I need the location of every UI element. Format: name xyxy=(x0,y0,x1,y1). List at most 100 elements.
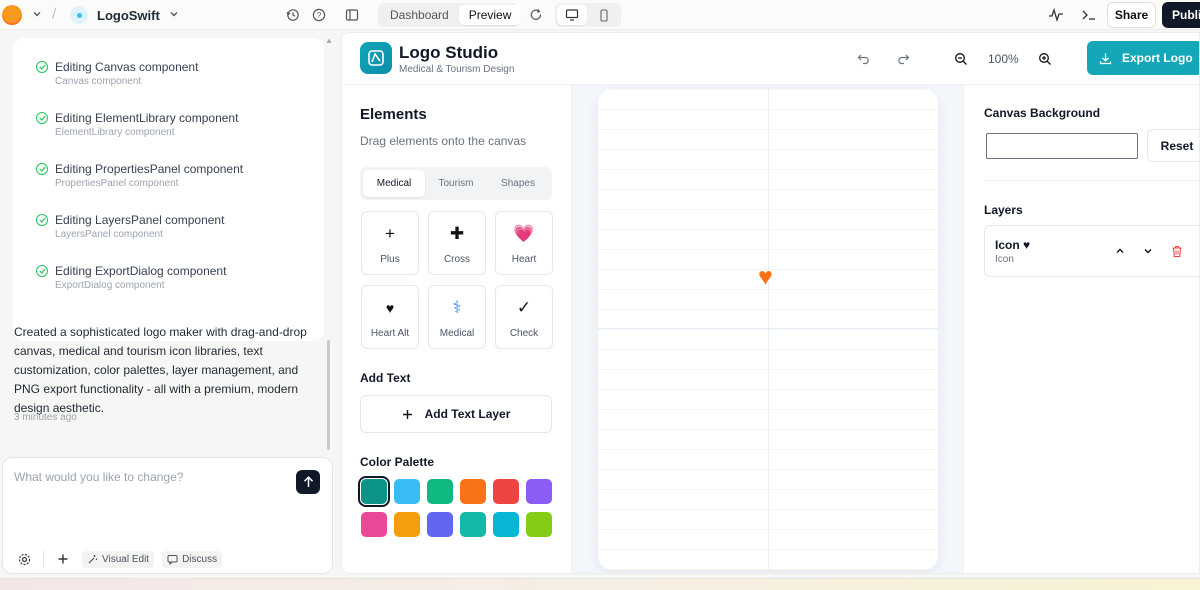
background-color-input[interactable] xyxy=(986,133,1138,159)
publish-button[interactable]: Publish xyxy=(1162,2,1200,28)
check-circle-icon xyxy=(36,61,48,73)
element-medical[interactable]: ⚕ Medical xyxy=(428,285,486,349)
color-swatch[interactable] xyxy=(427,512,453,537)
layer-item[interactable]: Icon ♥ Icon xyxy=(984,225,1199,277)
step-item: Editing LayersPanel component LayersPane… xyxy=(36,213,224,240)
canvas-area: ♥ xyxy=(572,85,963,573)
step-title: Editing ElementLibrary component xyxy=(55,111,239,125)
top-bar: / LogoSwift ? Dashboard Preview Share Pu… xyxy=(0,0,1200,30)
layer-type: Icon xyxy=(995,254,1014,265)
desktop-view-icon[interactable] xyxy=(557,5,587,25)
element-check[interactable]: ✓ Check xyxy=(495,285,553,349)
delete-layer-icon[interactable] xyxy=(1168,242,1186,260)
color-swatch[interactable] xyxy=(394,512,420,537)
color-swatch[interactable] xyxy=(460,479,486,504)
tab-tourism[interactable]: Tourism xyxy=(425,170,487,197)
send-button[interactable] xyxy=(296,470,320,494)
workspace-menu-toggle[interactable] xyxy=(32,0,42,30)
export-logo-button[interactable]: Export Logo xyxy=(1087,41,1199,75)
undo-icon[interactable] xyxy=(854,49,874,69)
move-layer-down-icon[interactable] xyxy=(1139,242,1157,260)
terminal-icon[interactable] xyxy=(1078,4,1100,26)
project-name: LogoSwift xyxy=(97,7,160,23)
zoom-out-icon[interactable] xyxy=(951,49,971,69)
refresh-icon[interactable] xyxy=(525,4,547,26)
composer-toolbar: Visual Edit Discuss xyxy=(13,548,223,570)
element-category-tabs: Medical Tourism Shapes xyxy=(360,167,552,200)
layer-name: Icon ♥ xyxy=(995,238,1031,252)
app-subtitle: Medical & Tourism Design xyxy=(399,64,515,75)
move-layer-up-icon[interactable] xyxy=(1111,242,1129,260)
color-swatch[interactable] xyxy=(358,476,390,507)
color-swatch[interactable] xyxy=(493,512,519,537)
arrow-up-icon xyxy=(303,476,313,487)
zoom-level: 100% xyxy=(988,52,1019,66)
step-title: Editing LayersPanel component xyxy=(55,213,225,227)
element-label: Check xyxy=(509,328,539,339)
tab-shapes[interactable]: Shapes xyxy=(487,170,549,197)
chat-composer: Visual Edit Discuss xyxy=(2,457,333,574)
color-swatch[interactable] xyxy=(394,479,420,504)
chat-input[interactable] xyxy=(14,470,284,484)
visual-edit-label: Visual Edit xyxy=(102,553,150,565)
activity-icon[interactable] xyxy=(1045,4,1067,26)
color-swatch[interactable] xyxy=(493,479,519,504)
center-guide-vertical xyxy=(768,89,769,570)
project-switcher[interactable]: LogoSwift xyxy=(70,0,179,30)
color-swatch[interactable] xyxy=(526,512,552,537)
color-swatch[interactable] xyxy=(526,479,552,504)
element-cross[interactable]: ✚ Cross xyxy=(428,211,486,275)
color-swatch[interactable] xyxy=(427,479,453,504)
redo-icon[interactable] xyxy=(893,49,913,69)
color-palette-title: Color Palette xyxy=(360,455,435,469)
step-item: Editing ExportDialog component ExportDia… xyxy=(36,264,226,291)
chevron-down-icon xyxy=(32,9,42,22)
divider xyxy=(43,551,44,567)
logo-canvas[interactable]: ♥ xyxy=(598,89,938,570)
visual-edit-button[interactable]: Visual Edit xyxy=(82,550,155,568)
share-button[interactable]: Share xyxy=(1107,2,1156,28)
canvas-heart-element[interactable]: ♥ xyxy=(758,264,773,290)
tab-medical[interactable]: Medical xyxy=(363,170,425,197)
app-logo-area[interactable] xyxy=(2,0,22,30)
scroll-up-icon[interactable]: ▲ xyxy=(325,36,333,45)
cross-icon: ✚ xyxy=(449,224,465,243)
zoom-in-icon[interactable] xyxy=(1035,49,1055,69)
heart-alt-icon: ♥ xyxy=(385,300,395,316)
download-icon xyxy=(1099,53,1112,64)
properties-panel: Canvas Background Reset Layers Icon ♥ Ic… xyxy=(963,85,1199,573)
panel-toggle-icon[interactable] xyxy=(341,4,363,26)
add-text-layer-button[interactable]: Add Text Layer xyxy=(360,395,552,433)
plus-icon xyxy=(402,409,412,419)
color-swatch[interactable] xyxy=(361,512,387,537)
discuss-label: Discuss xyxy=(182,553,218,565)
element-heart-alt[interactable]: ♥ Heart Alt xyxy=(361,285,419,349)
color-swatch[interactable] xyxy=(460,512,486,537)
step-item: Editing PropertiesPanel component Proper… xyxy=(36,162,243,189)
discuss-button[interactable]: Discuss xyxy=(162,550,223,568)
tab-preview[interactable]: Preview xyxy=(458,5,522,25)
element-plus[interactable]: + Plus xyxy=(361,211,419,275)
element-heart[interactable]: 💗 Heart xyxy=(495,211,553,275)
chat-scrollbar[interactable] xyxy=(327,340,330,450)
heart-icon: 💗 xyxy=(513,224,535,243)
app-header: Logo Studio Medical & Tourism Design 100… xyxy=(342,33,1199,85)
canvas-background-label: Canvas Background xyxy=(984,106,1101,120)
element-label: Cross xyxy=(443,254,471,265)
view-segmented-control: Dashboard Preview xyxy=(378,3,522,27)
tab-dashboard[interactable]: Dashboard xyxy=(380,5,459,25)
center-guide-horizontal xyxy=(598,328,938,329)
history-icon[interactable] xyxy=(282,4,304,26)
caduceus-icon: ⚕ xyxy=(452,298,462,317)
step-title: Editing PropertiesPanel component xyxy=(55,162,244,176)
help-icon[interactable]: ? xyxy=(308,4,330,26)
chat-panel: Editing Canvas component Canvas componen… xyxy=(0,30,340,578)
reset-button[interactable]: Reset xyxy=(1147,129,1199,162)
svg-text:?: ? xyxy=(317,11,322,20)
add-attachment-icon[interactable] xyxy=(52,548,74,570)
preview-app: Logo Studio Medical & Tourism Design 100… xyxy=(341,32,1200,574)
settings-icon[interactable] xyxy=(13,548,35,570)
mobile-view-icon[interactable] xyxy=(589,5,619,25)
device-toggle xyxy=(555,3,621,27)
step-subtitle: LayersPanel component xyxy=(55,229,163,240)
